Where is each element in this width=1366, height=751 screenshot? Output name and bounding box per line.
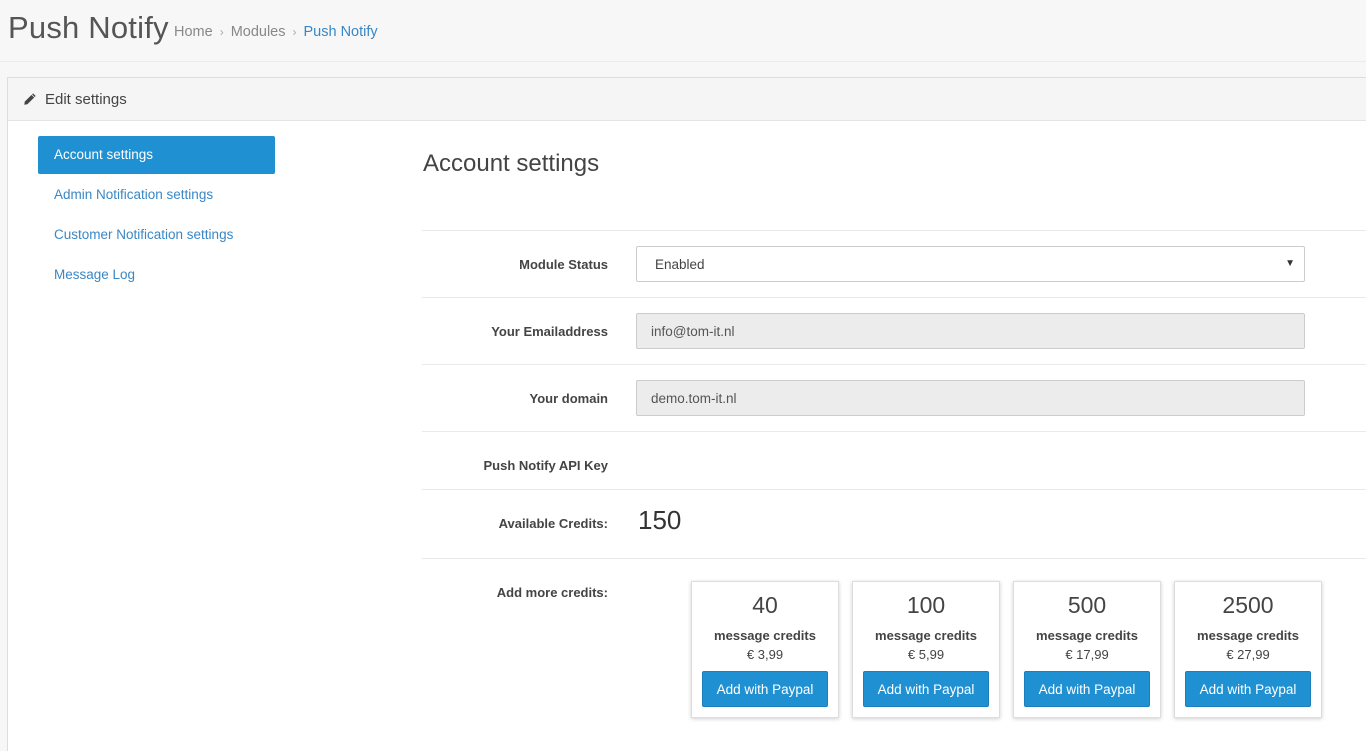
sidebar-item-admin-notification-settings[interactable]: Admin Notification settings <box>38 176 275 214</box>
breadcrumb-separator: › <box>219 25 224 39</box>
package-price: € 3,99 <box>746 647 784 662</box>
add-with-paypal-button[interactable]: Add with Paypal <box>1185 671 1311 707</box>
module-status-label: Module Status <box>519 257 608 272</box>
module-status-select[interactable]: Enabled ▼ <box>636 246 1305 282</box>
row-email: Your Emailaddress info@tom-it.nl <box>422 297 1366 364</box>
email-field[interactable]: info@tom-it.nl <box>636 313 1305 349</box>
package-price: € 17,99 <box>1065 647 1109 662</box>
package-price: € 5,99 <box>907 647 945 662</box>
row-available-credits: Available Credits: 150 <box>422 489 1366 558</box>
module-status-value: Enabled <box>655 256 705 272</box>
page-title: Push Notify <box>8 10 169 45</box>
package-unit: message credits <box>1197 628 1299 643</box>
top-header: Push Notify Home › Modules › Push Notify <box>0 0 1366 62</box>
credit-package-100: 100 message credits € 5,99 Add with Payp… <box>852 581 1000 718</box>
settings-panel: Edit settings Account settings Admin Not… <box>7 77 1366 751</box>
sidebar-item-message-log[interactable]: Message Log <box>38 256 275 294</box>
section-title: Account settings <box>423 150 600 177</box>
panel-title: Edit settings <box>45 90 127 108</box>
add-with-paypal-button[interactable]: Add with Paypal <box>1024 671 1150 707</box>
api-key-label: Push Notify API Key <box>483 458 608 473</box>
breadcrumb: Home › Modules › Push Notify <box>174 24 378 40</box>
add-credits-label: Add more credits: <box>496 585 608 600</box>
sidebar-item-account-settings[interactable]: Account settings <box>38 136 275 174</box>
breadcrumb-separator: › <box>292 25 297 39</box>
row-domain: Your domain demo.tom-it.nl <box>422 364 1366 431</box>
credit-package-2500: 2500 message credits € 27,99 Add with Pa… <box>1174 581 1322 718</box>
breadcrumb-modules[interactable]: Modules <box>231 24 286 40</box>
row-add-credits: Add more credits: 40 message credits € 3… <box>422 558 1366 738</box>
package-amount: 500 <box>1067 592 1107 618</box>
available-credits-label: Available Credits: <box>498 516 608 531</box>
package-unit: message credits <box>714 628 816 643</box>
credit-package-500: 500 message credits € 17,99 Add with Pay… <box>1013 581 1161 718</box>
package-amount: 100 <box>906 592 946 618</box>
row-api-key: Push Notify API Key <box>422 431 1366 489</box>
package-amount: 2500 <box>1222 592 1274 618</box>
available-credits-value: 150 <box>638 505 682 535</box>
package-unit: message credits <box>875 628 977 643</box>
package-amount: 40 <box>752 592 778 618</box>
credit-package-40: 40 message credits € 3,99 Add with Paypa… <box>691 581 839 718</box>
row-module-status: Module Status Enabled ▼ <box>422 230 1366 297</box>
package-unit: message credits <box>1036 628 1138 643</box>
breadcrumb-home[interactable]: Home <box>174 24 213 40</box>
dropdown-caret-icon: ▼ <box>1285 258 1295 269</box>
add-with-paypal-button[interactable]: Add with Paypal <box>702 671 828 707</box>
panel-header: Edit settings <box>8 78 1366 121</box>
domain-label: Your domain <box>529 391 608 406</box>
package-price: € 27,99 <box>1226 647 1270 662</box>
add-with-paypal-button[interactable]: Add with Paypal <box>863 671 989 707</box>
email-label: Your Emailaddress <box>491 324 608 339</box>
pencil-icon <box>24 93 36 105</box>
domain-field[interactable]: demo.tom-it.nl <box>636 380 1305 416</box>
sidebar-item-customer-notification-settings[interactable]: Customer Notification settings <box>38 216 275 254</box>
settings-sidebar: Account settings Admin Notification sett… <box>38 136 275 296</box>
breadcrumb-current[interactable]: Push Notify <box>304 24 378 40</box>
